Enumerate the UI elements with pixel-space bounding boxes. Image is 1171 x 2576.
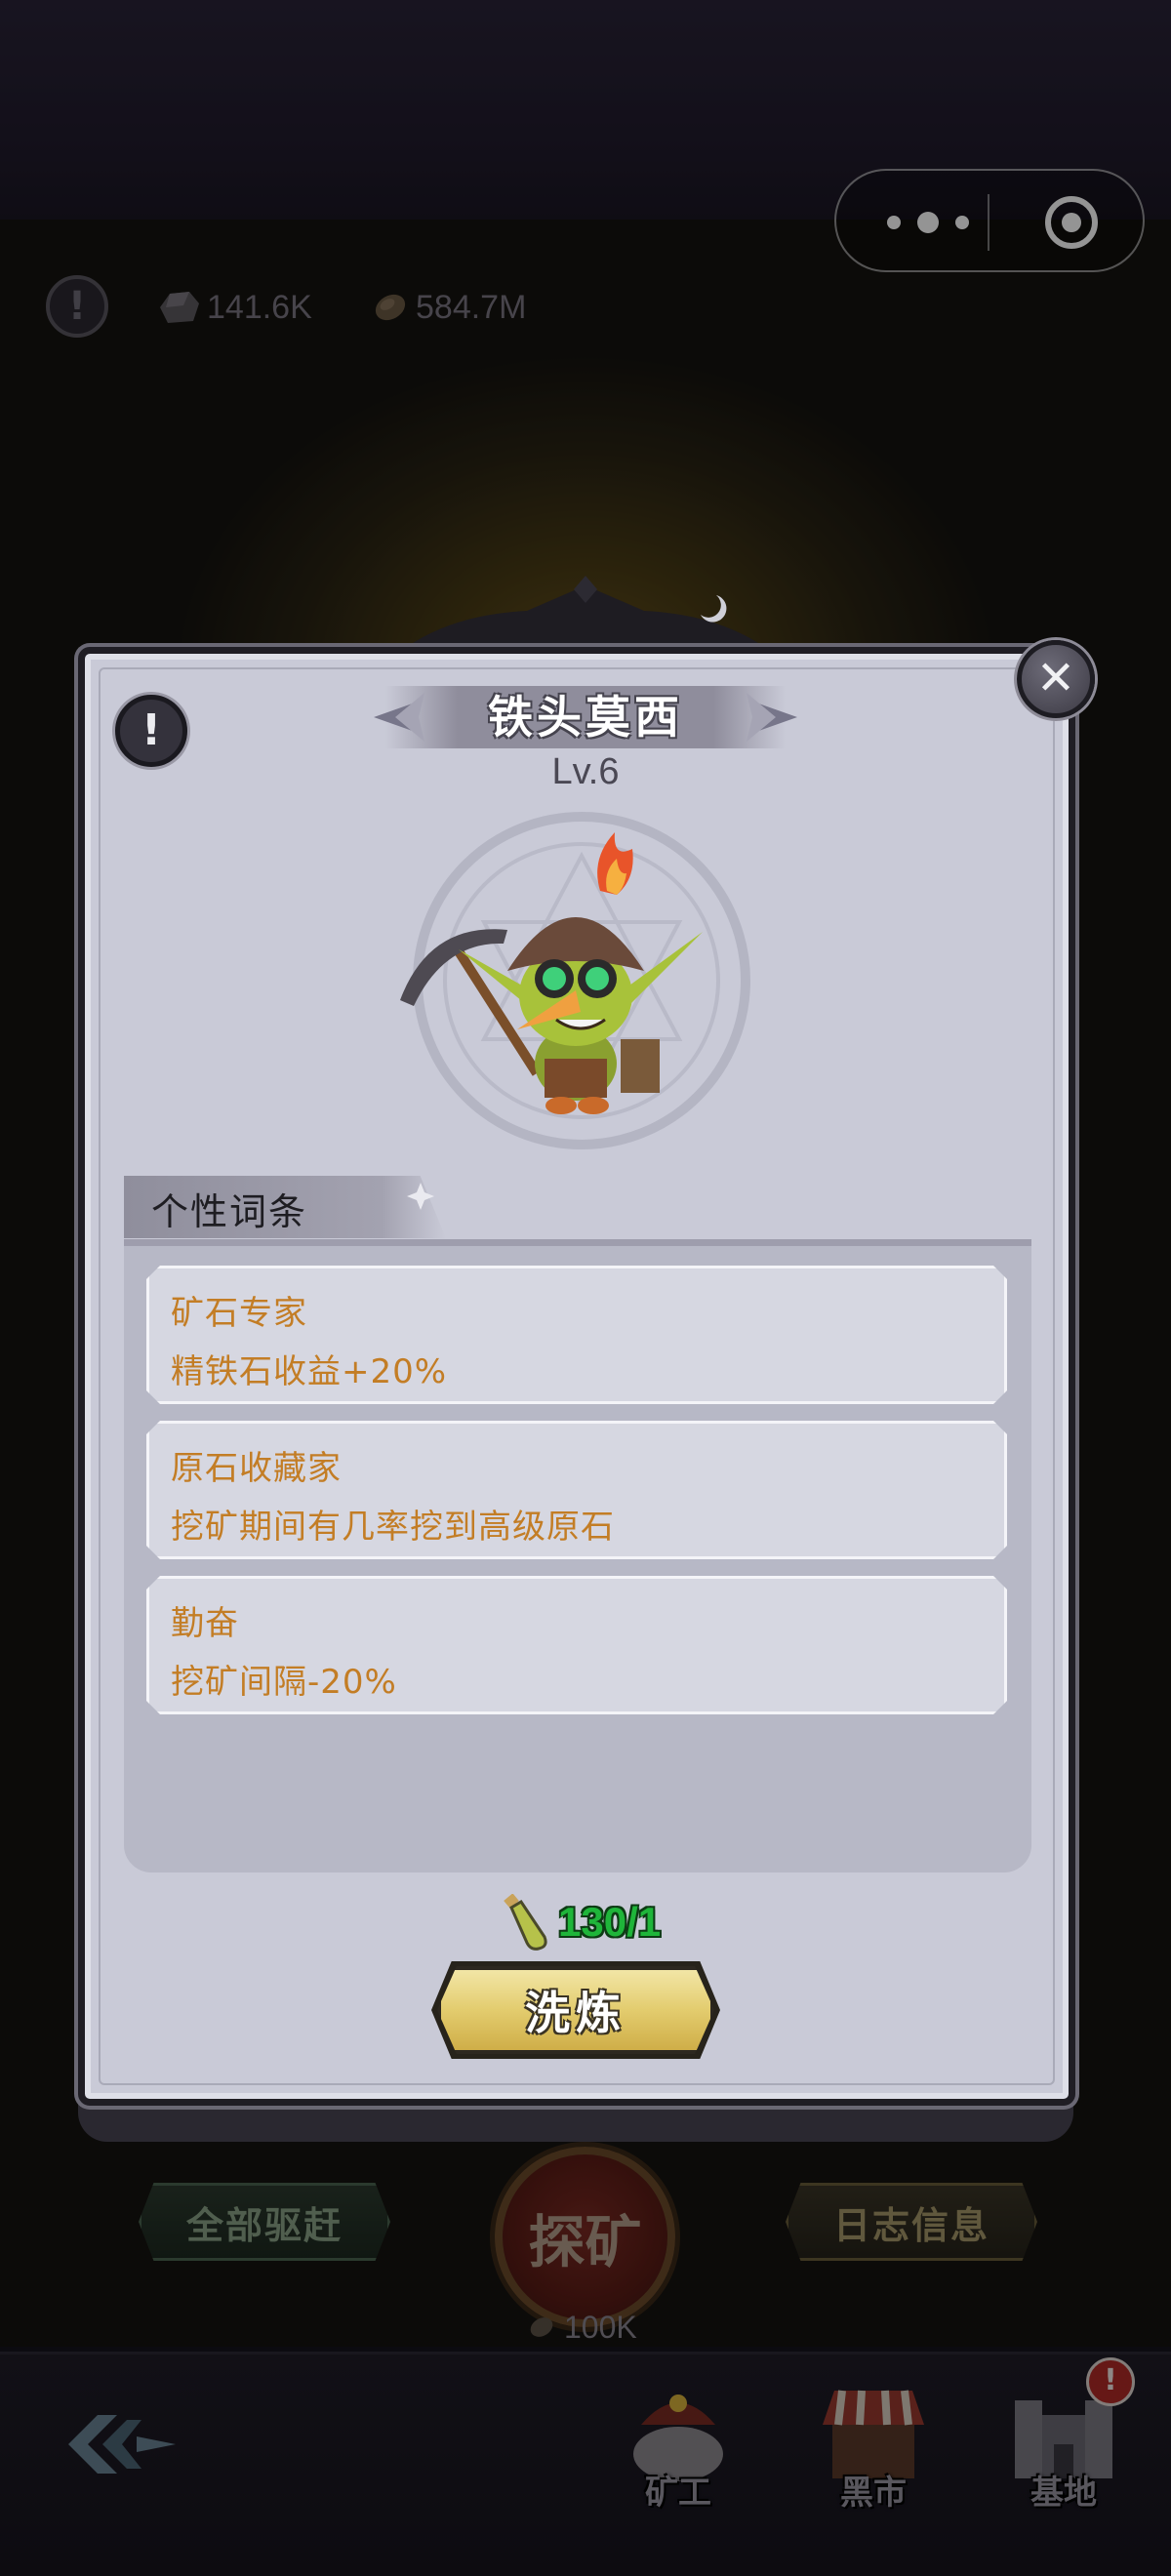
trait-description: 挖矿期间有几率挖到高级原石 <box>171 1508 615 1547</box>
traits-header: 个性词条 <box>151 1190 308 1233</box>
dialog-crest-ornament <box>400 576 771 652</box>
trait-description: 精铁石收益+20% <box>171 1352 448 1391</box>
trait-description: 挖矿间隔-20% <box>171 1663 397 1702</box>
refine-label: 洗炼 <box>525 1987 626 2039</box>
refine-button[interactable]: 洗炼 <box>437 1966 714 2054</box>
character-name: 铁头莫西 <box>488 691 683 744</box>
refine-cost-value: 130/1 <box>558 1899 662 1945</box>
goblin-miner-portrait <box>400 812 750 1149</box>
crescent-moon-icon <box>375 1179 434 1230</box>
trait-name: 矿石专家 <box>171 1294 307 1333</box>
potion-bottle-icon <box>504 1894 547 1951</box>
close-button[interactable]: ✕ <box>1017 640 1095 718</box>
trait-card: 勤奋 挖矿间隔-20% <box>146 1576 1007 1714</box>
refine-cost: 130/1 <box>498 1893 661 1952</box>
trait-card: 矿石专家 精铁石收益+20% <box>146 1266 1007 1404</box>
info-icon[interactable]: ! <box>115 695 187 767</box>
traits-divider <box>124 1239 1031 1246</box>
character-level: Lv.6 <box>551 751 620 792</box>
trait-card: 原石收藏家 挖矿期间有几率挖到高级原石 <box>146 1421 1007 1559</box>
trait-name: 原石收藏家 <box>171 1449 342 1488</box>
trait-name: 勤奋 <box>171 1604 239 1643</box>
